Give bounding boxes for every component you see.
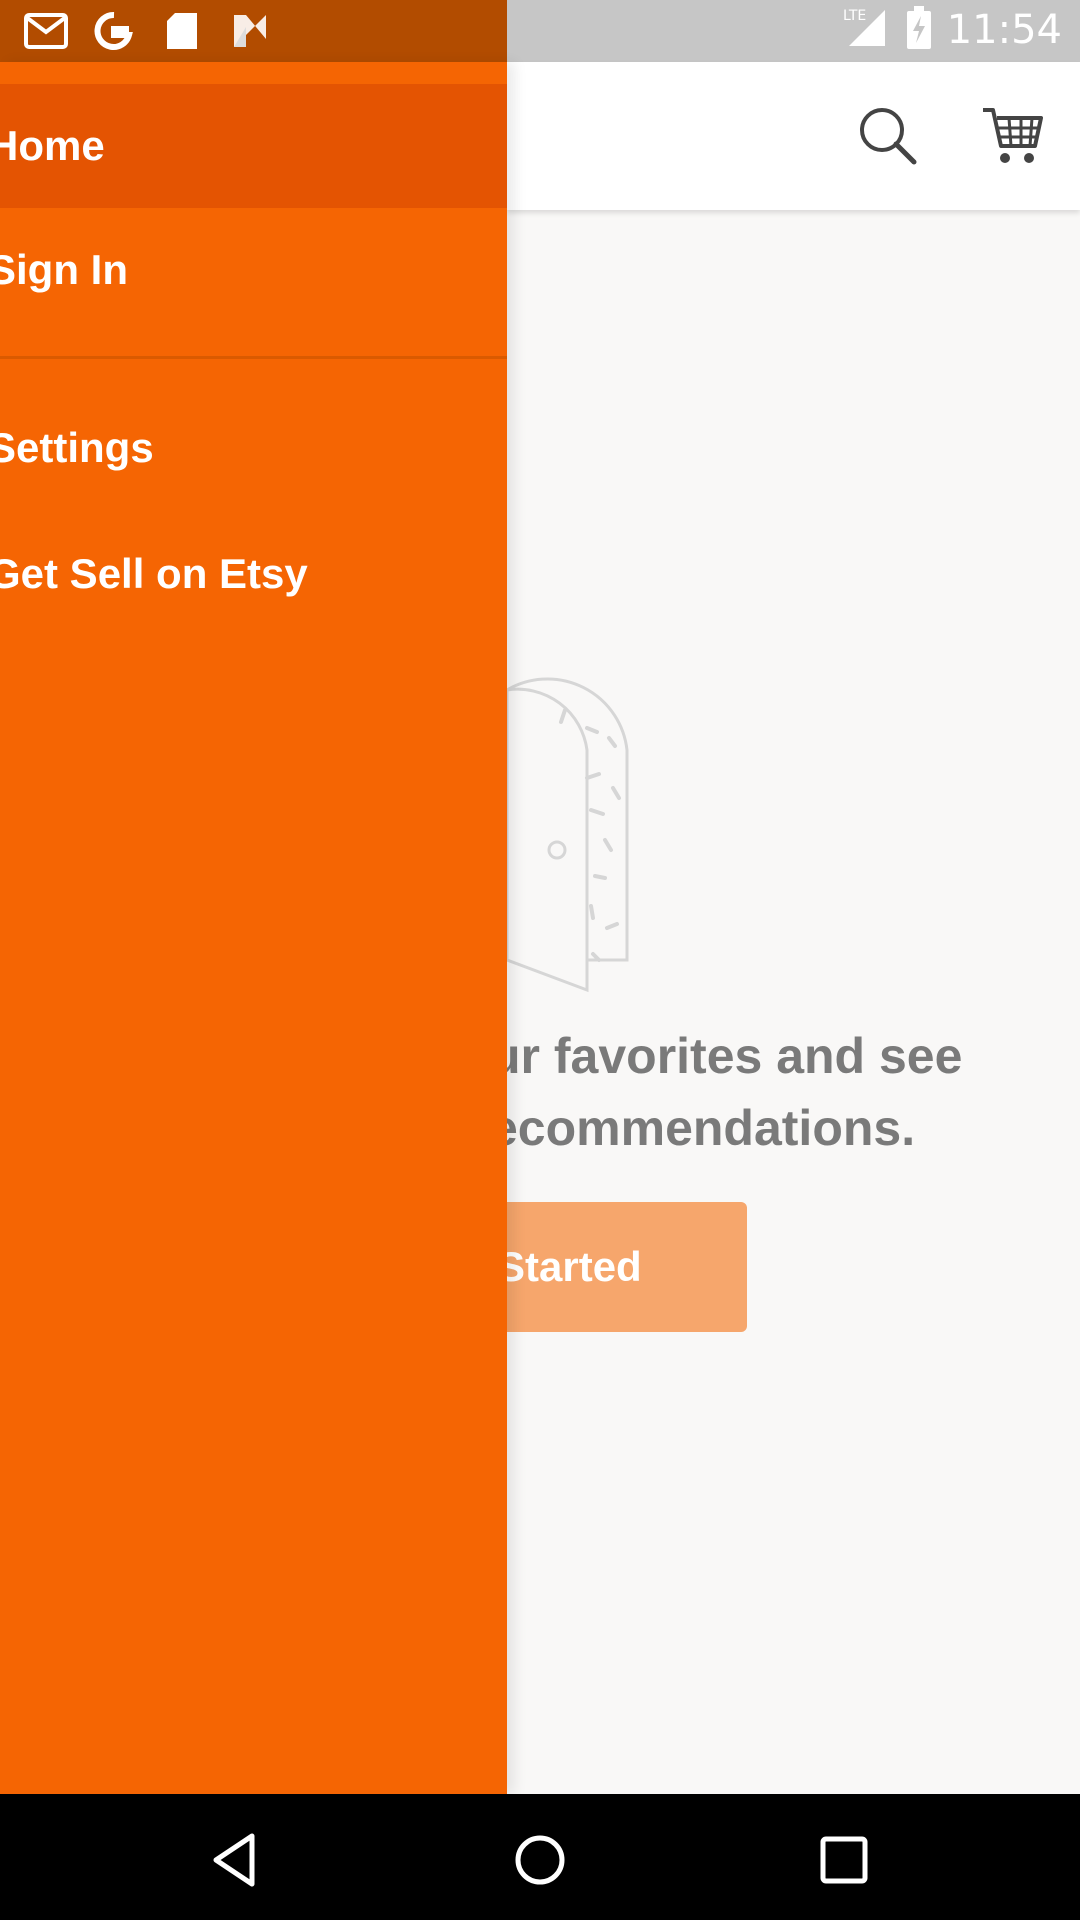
- notification-icons: [22, 10, 274, 52]
- main-content: ur favorites and see ecommendations. Sta…: [490, 210, 1080, 1794]
- drawer-item-label: Get Sell on Etsy: [0, 550, 308, 597]
- navigation-drawer: Home Sign In Settings Get Sell on Etsy: [0, 62, 507, 1794]
- drawer-item-sign-in[interactable]: Sign In: [0, 208, 507, 332]
- cart-icon[interactable]: [981, 104, 1045, 168]
- n-icon: [226, 10, 274, 52]
- promo-line-1: ur favorites and see: [490, 1028, 963, 1084]
- drawer-item-home[interactable]: Home: [0, 84, 507, 208]
- drawer-item-sell-on-etsy[interactable]: Get Sell on Etsy: [0, 512, 507, 636]
- search-icon[interactable]: [856, 104, 920, 168]
- network-label: LTE: [843, 8, 866, 24]
- promo-line-2: ecommendations.: [490, 1100, 916, 1156]
- battery-charging-icon: [905, 6, 933, 54]
- gmail-icon: [22, 10, 70, 52]
- get-started-label: Started: [497, 1243, 642, 1290]
- status-right: LTE 11:54: [841, 6, 1062, 54]
- drawer-item-settings[interactable]: Settings: [0, 386, 507, 510]
- promo-text: ur favorites and see ecommendations.: [490, 1020, 962, 1164]
- drawer-item-label: Settings: [0, 424, 154, 471]
- system-nav-bar: [0, 1794, 1080, 1920]
- status-bar: LTE 11:54: [0, 0, 1080, 62]
- sd-card-icon: [158, 10, 206, 52]
- drawer-divider: [0, 356, 507, 359]
- app-bar: [507, 62, 1080, 210]
- recent-apps-icon[interactable]: [804, 1820, 884, 1900]
- get-started-button[interactable]: Started: [497, 1202, 747, 1332]
- back-icon[interactable]: [196, 1820, 276, 1900]
- lte-signal-icon: LTE: [841, 6, 891, 54]
- google-icon: [90, 10, 138, 52]
- drawer-item-label: Home: [0, 122, 105, 169]
- drawer-item-label: Sign In: [0, 246, 128, 293]
- home-icon[interactable]: [500, 1820, 580, 1900]
- status-time: 11:54: [946, 7, 1062, 53]
